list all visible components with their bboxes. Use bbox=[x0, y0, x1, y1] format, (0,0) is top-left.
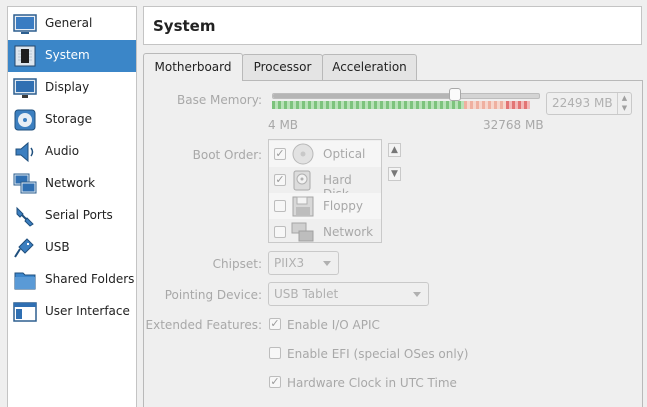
sidebar-item-general[interactable]: General bbox=[8, 8, 136, 40]
sidebar-item-usb[interactable]: USB bbox=[8, 232, 136, 264]
serial-port-icon bbox=[16, 206, 34, 227]
sidebar-item-label: System bbox=[45, 48, 90, 62]
io-apic-checkbox[interactable]: ✓ bbox=[269, 318, 281, 330]
sidebar-item-shared-folders[interactable]: Shared Folders bbox=[8, 264, 136, 296]
chevron-down-icon bbox=[413, 292, 421, 297]
user-interface-icon bbox=[13, 302, 37, 322]
sidebar-item-label: Storage bbox=[45, 112, 92, 126]
general-icon bbox=[13, 14, 37, 34]
efi-label: Enable EFI (special OSes only) bbox=[287, 347, 469, 361]
base-memory-min-label: 4 MB bbox=[268, 118, 299, 132]
boot-order-label: Boot Order: bbox=[192, 148, 262, 162]
boot-item-network[interactable]: Network bbox=[269, 219, 381, 245]
boot-item-optical[interactable]: ✓ Optical bbox=[269, 141, 381, 167]
sidebar-item-label: Audio bbox=[45, 144, 80, 158]
floppy-icon bbox=[292, 196, 314, 217]
sidebar-item-label: Shared Folders bbox=[45, 272, 135, 286]
page-title: System bbox=[153, 17, 216, 35]
sidebar-item-label: Serial Ports bbox=[45, 208, 113, 222]
sidebar-item-label: Network bbox=[45, 176, 96, 190]
boot-item-hard-disk[interactable]: ✓ Hard Disk bbox=[269, 167, 381, 201]
base-memory-value: 22493 MB bbox=[552, 96, 613, 110]
usb-icon bbox=[14, 238, 34, 258]
efi-checkbox[interactable] bbox=[269, 347, 281, 359]
optical-disc-icon bbox=[292, 143, 314, 165]
base-memory-max-label: 32768 MB bbox=[483, 118, 544, 132]
tab-label: Motherboard bbox=[154, 60, 232, 74]
base-memory-scale bbox=[272, 101, 530, 109]
hard-disk-icon bbox=[293, 170, 311, 191]
tab-label: Processor bbox=[253, 60, 312, 74]
extended-features-label: Extended Features: bbox=[145, 318, 262, 332]
sidebar-item-label: USB bbox=[45, 240, 70, 254]
boot-move-up-button[interactable]: ▲ bbox=[388, 143, 401, 157]
chipset-label: Chipset: bbox=[212, 257, 262, 271]
network-boot-icon bbox=[291, 222, 314, 242]
sidebar-item-label: Display bbox=[45, 80, 90, 94]
page-header: System bbox=[143, 6, 642, 45]
sidebar-item-audio[interactable]: Audio bbox=[8, 136, 136, 168]
boot-hard-disk-checkbox[interactable]: ✓ bbox=[274, 174, 286, 186]
utc-clock-label: Hardware Clock in UTC Time bbox=[287, 376, 457, 390]
network-icon bbox=[13, 173, 37, 194]
boot-item-floppy[interactable]: Floppy bbox=[269, 193, 381, 219]
sidebar-item-network[interactable]: Network bbox=[8, 168, 136, 200]
boot-item-label: Optical bbox=[323, 147, 366, 161]
boot-item-label: Network bbox=[323, 225, 374, 239]
scale-safe-zone bbox=[272, 101, 464, 109]
sidebar-item-label: General bbox=[45, 16, 93, 30]
base-memory-slider-handle[interactable] bbox=[448, 88, 461, 101]
boot-network-checkbox[interactable] bbox=[274, 226, 286, 238]
utc-clock-checkbox[interactable]: ✓ bbox=[269, 376, 281, 388]
base-memory-slider-track[interactable] bbox=[272, 93, 540, 99]
tab-label: Acceleration bbox=[332, 60, 407, 74]
pointing-device-label: Pointing Device: bbox=[164, 288, 262, 302]
sidebar-item-storage[interactable]: Storage bbox=[8, 104, 136, 136]
sidebar-item-display[interactable]: Display bbox=[8, 72, 136, 104]
settings-sidebar: General System Display Storage Audio Net… bbox=[7, 6, 137, 407]
sidebar-item-system[interactable]: System bbox=[8, 40, 136, 72]
pointing-device-select[interactable]: USB Tablet bbox=[268, 282, 429, 306]
spin-buttons[interactable]: ▲ ▼ bbox=[617, 93, 631, 114]
base-memory-slider-fill bbox=[273, 94, 456, 98]
boot-optical-checkbox[interactable]: ✓ bbox=[274, 148, 286, 160]
shared-folder-icon bbox=[14, 272, 36, 290]
scale-danger-zone bbox=[506, 101, 530, 109]
tab-motherboard[interactable]: Motherboard bbox=[143, 53, 243, 81]
storage-disc-icon bbox=[14, 109, 36, 131]
sidebar-item-user-interface[interactable]: User Interface bbox=[8, 296, 136, 328]
pointing-device-value: USB Tablet bbox=[274, 287, 339, 301]
sidebar-item-serial-ports[interactable]: Serial Ports bbox=[8, 200, 136, 232]
scale-warning-zone bbox=[464, 101, 506, 109]
speaker-icon bbox=[15, 141, 34, 163]
sidebar-item-label: User Interface bbox=[45, 304, 130, 318]
system-chip-icon bbox=[14, 45, 36, 67]
chevron-down-icon bbox=[323, 261, 331, 266]
io-apic-label: Enable I/O APIC bbox=[287, 318, 380, 332]
display-monitor-icon bbox=[13, 78, 37, 98]
base-memory-spinbox[interactable]: 22493 MB ▲ ▼ bbox=[546, 92, 632, 115]
boot-item-label: Floppy bbox=[323, 199, 363, 213]
chipset-value: PIIX3 bbox=[274, 256, 305, 270]
boot-order-list[interactable]: ✓ Optical ✓ Hard Disk Floppy Network bbox=[268, 139, 382, 243]
chipset-select[interactable]: PIIX3 bbox=[268, 251, 339, 275]
boot-move-down-button[interactable]: ▼ bbox=[388, 167, 401, 181]
boot-floppy-checkbox[interactable] bbox=[274, 200, 286, 212]
tab-processor[interactable]: Processor bbox=[242, 54, 323, 80]
base-memory-label: Base Memory: bbox=[176, 93, 262, 107]
tab-acceleration[interactable]: Acceleration bbox=[322, 54, 417, 80]
